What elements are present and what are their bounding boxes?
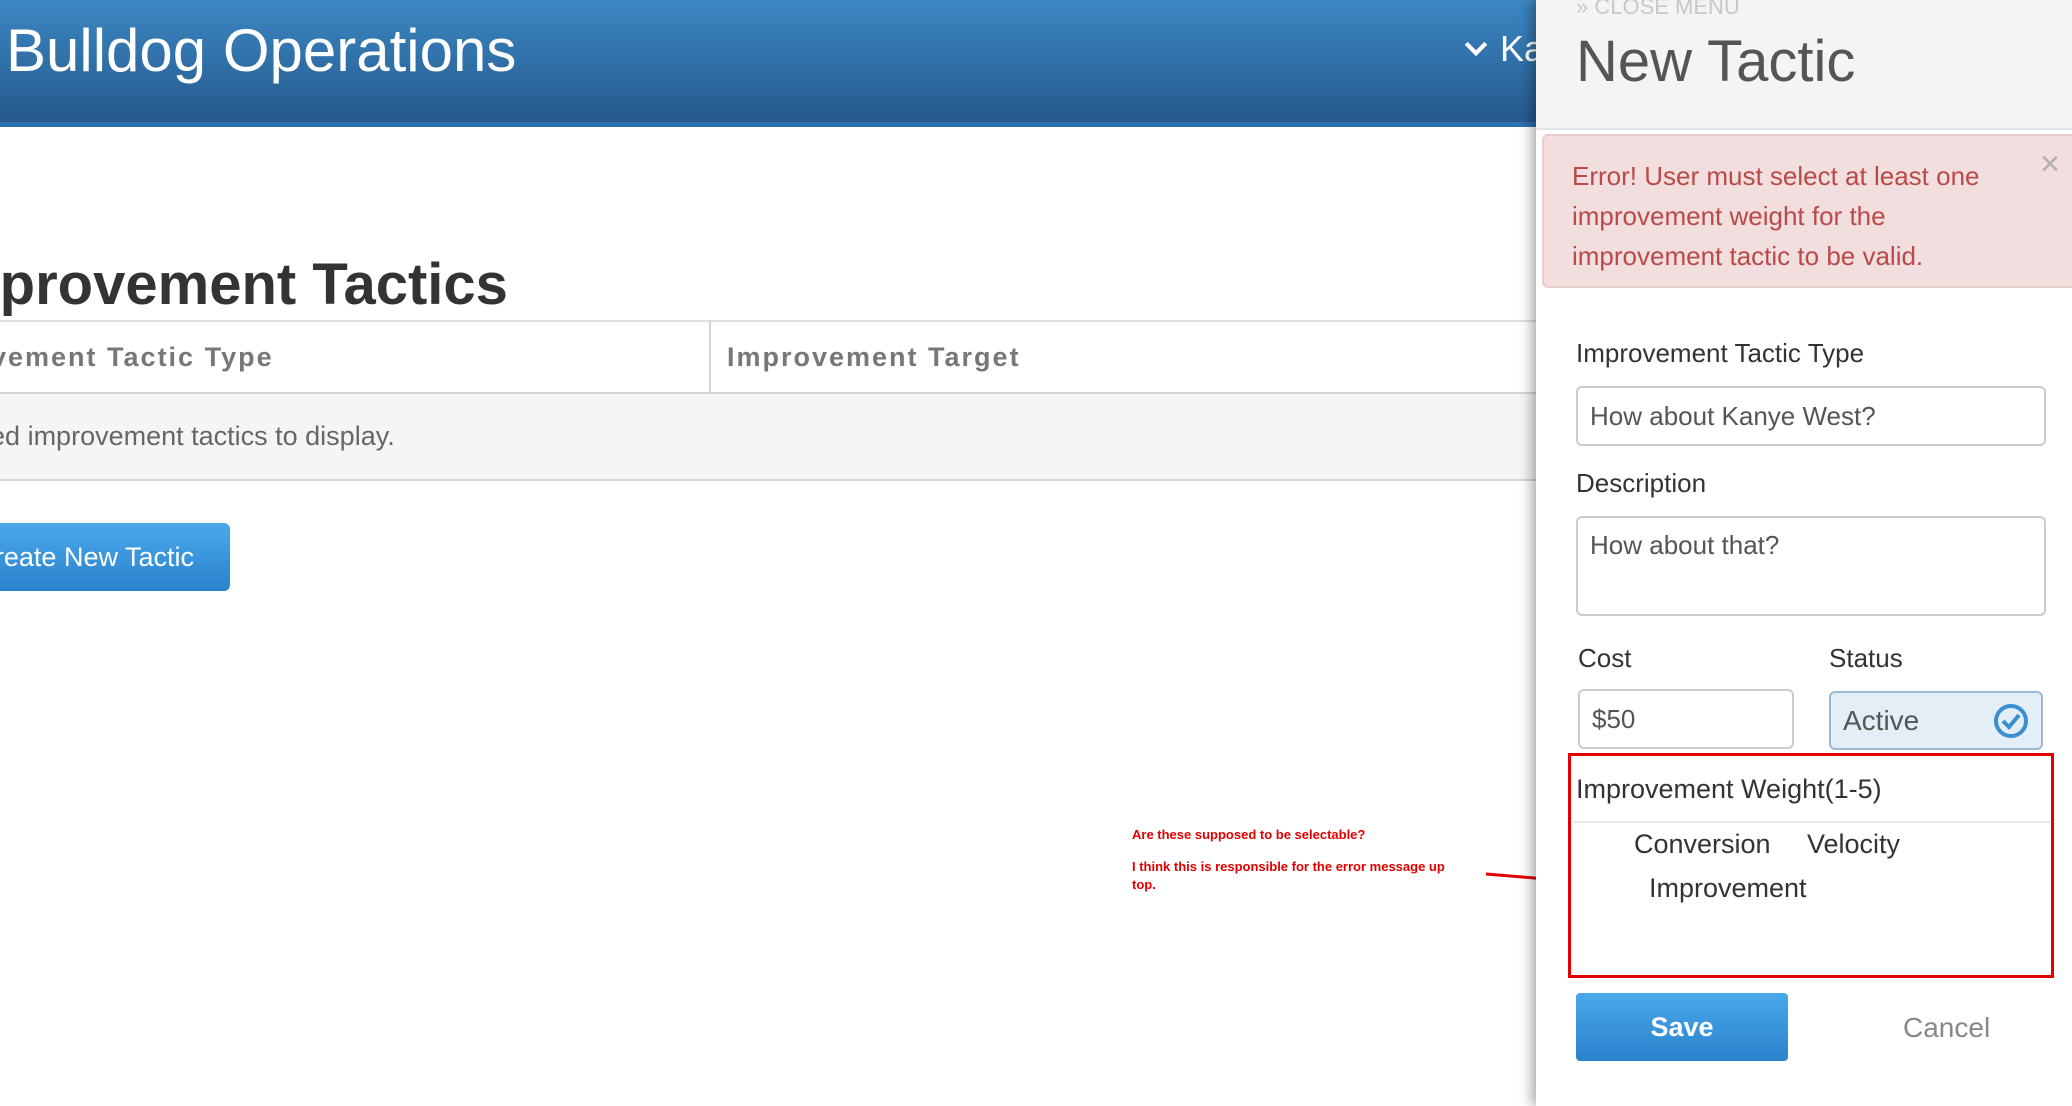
top-navbar: Bulldog Operations Ka: [0, 0, 1544, 127]
status-select[interactable]: Active: [1829, 691, 2043, 750]
main-content: Improvement Tactics Improvement Tactic T…: [0, 127, 1540, 1106]
description-label: Description: [1576, 468, 1707, 498]
cost-input[interactable]: [1578, 689, 1794, 749]
error-prefix: Error!: [1572, 161, 1637, 191]
annotation-highlight-box: [1568, 753, 2054, 978]
status-label: Status: [1829, 643, 1903, 673]
tactics-table: Improvement Tactic Type Improvement Targ…: [0, 320, 1540, 481]
column-header-improvement-target[interactable]: Improvement Target: [710, 320, 1540, 394]
save-button[interactable]: Save: [1576, 993, 1788, 1061]
empty-table-message: No saved improvement tactics to display.: [0, 393, 1540, 481]
table-header-row: Improvement Tactic Type Improvement Targ…: [0, 320, 1540, 394]
page-heading: Improvement Tactics: [0, 252, 508, 317]
table-row: No saved improvement tactics to display.: [0, 393, 1540, 481]
chevron-down-icon: [1464, 41, 1488, 57]
tactic-type-label: Improvement Tactic Type: [1576, 338, 1865, 368]
description-textarea[interactable]: How about that?: [1576, 516, 2046, 616]
annotation-explanation: I think this is responsible for the erro…: [1132, 859, 1445, 892]
close-menu-link[interactable]: » CLOSE MENU: [1576, 0, 1740, 20]
check-circle-icon: [1994, 704, 2028, 738]
status-value: Active: [1843, 705, 1920, 736]
create-new-tactic-button[interactable]: Create New Tactic: [0, 523, 230, 591]
error-alert: Error! User must select at least one imp…: [1542, 134, 2072, 288]
user-menu[interactable]: Ka: [1462, 28, 1544, 70]
annotation-note: Are these supposed to be selectable? I t…: [1132, 826, 1472, 908]
annotation-question: Are these supposed to be selectable?: [1132, 827, 1366, 842]
panel-title: New Tactic: [1576, 29, 1856, 94]
app-title[interactable]: Bulldog Operations: [6, 16, 516, 85]
panel-header: » CLOSE MENU New Tactic: [1536, 0, 2072, 130]
close-icon[interactable]: ×: [2040, 144, 2060, 184]
cancel-button[interactable]: Cancel: [1903, 1012, 1990, 1044]
column-header-tactic-type[interactable]: Improvement Tactic Type: [0, 320, 711, 394]
cost-label: Cost: [1578, 643, 1632, 673]
tactic-type-input[interactable]: [1576, 386, 2046, 446]
